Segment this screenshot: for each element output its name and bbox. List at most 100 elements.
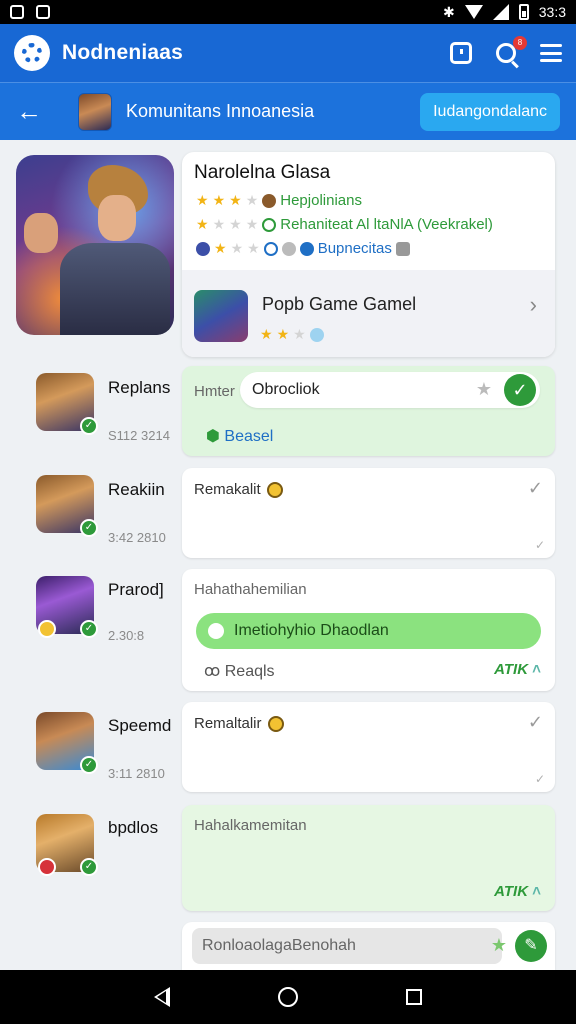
menu-icon[interactable] bbox=[540, 44, 562, 62]
user-avatar[interactable]: ✓ bbox=[36, 373, 98, 435]
game-info-card: Narolelna Glasa ★ ★ ★ ★ Hepjolinians ★ ★… bbox=[182, 152, 555, 357]
compose-input[interactable]: RonloaolagaBenohah bbox=[192, 928, 502, 964]
nav-home-icon[interactable] bbox=[278, 987, 298, 1007]
check-icon: ✓ bbox=[527, 478, 543, 498]
post-bubble: Remakalit ✓ ✓ bbox=[182, 468, 555, 558]
battery-icon bbox=[518, 4, 529, 20]
genre-label: Hepjolinians bbox=[280, 192, 362, 209]
post-label-text: Remakalit bbox=[194, 481, 261, 498]
check-icon: ✓ bbox=[527, 712, 543, 732]
post-label: Hmter bbox=[194, 383, 235, 400]
user-avatar[interactable]: ✓ bbox=[36, 814, 98, 876]
post-bubble: Hahalkamemitan ATIK ˄ bbox=[182, 805, 555, 911]
release-label: Rehaniteat Al ltaNlA (Veekrakel) bbox=[280, 216, 493, 233]
reaction-count-label: ATIK bbox=[494, 661, 529, 678]
star-icon[interactable]: ★ bbox=[491, 935, 507, 956]
community-name: Komunitans Innoanesia bbox=[126, 101, 315, 121]
app-title: Nodneniaas bbox=[62, 41, 184, 64]
reaction-count: ATIK ˄ bbox=[494, 883, 541, 900]
star-icon: ★ bbox=[229, 216, 242, 232]
related-game-title: Popb Game Gamel bbox=[262, 294, 417, 314]
genre-icon bbox=[262, 193, 277, 208]
post-bubble: Hmter Obrocliok ★ ✓ ⬢ Beasel bbox=[182, 366, 555, 456]
chat-icon[interactable] bbox=[450, 42, 472, 64]
user-name[interactable]: Replans bbox=[108, 378, 170, 398]
user-name[interactable]: Speemd bbox=[108, 716, 171, 736]
chevron-up-icon[interactable]: ˄ bbox=[532, 883, 541, 900]
star-icon: ★ bbox=[196, 192, 209, 208]
star-icon: ★ bbox=[196, 216, 209, 232]
highlight-pill[interactable]: Imetiohyhio Dhaodlan bbox=[196, 613, 541, 649]
status-time: 33:3 bbox=[538, 4, 566, 20]
notification-badge: 8 bbox=[513, 36, 527, 50]
star-icon: ★ bbox=[212, 192, 226, 208]
link-icon bbox=[263, 241, 278, 256]
star-outline-icon[interactable]: ★ bbox=[476, 379, 492, 400]
chevron-up-icon[interactable]: ˄ bbox=[532, 661, 541, 678]
gamepad-icon bbox=[281, 241, 296, 256]
post-time: S112 3214 bbox=[108, 428, 170, 443]
star-icon: ★ bbox=[230, 240, 244, 256]
platform-label: Bupnecitas bbox=[317, 240, 392, 257]
compose-bar: RonloaolagaBenohah ★ ✎ bbox=[182, 922, 555, 970]
search-icon[interactable]: 8 bbox=[496, 36, 527, 63]
globe-icon bbox=[299, 241, 314, 256]
post-time: 3:11 2810 bbox=[108, 766, 165, 781]
community-header: ← Komunitans Innoanesia Iudangondalanc bbox=[0, 82, 576, 140]
app-bar: Nodneniaas 8 bbox=[0, 24, 576, 82]
highlight-pill-label: Imetiohyhio Dhaodlan bbox=[234, 622, 389, 639]
android-icon bbox=[10, 5, 24, 19]
star-icon: ★ bbox=[229, 192, 242, 208]
signal-icon bbox=[492, 4, 509, 20]
system-nav-bar bbox=[0, 970, 576, 1024]
post-link[interactable]: ⬢ Beasel bbox=[206, 426, 273, 446]
post-label: Hahalkamemitan bbox=[194, 817, 307, 834]
reactions-icon: ꝏ bbox=[204, 663, 221, 680]
drop-icon bbox=[309, 327, 324, 342]
reaction-count-label: ATIK bbox=[494, 883, 529, 900]
user-avatar[interactable]: ✓ bbox=[36, 475, 98, 537]
compose-placeholder: RonloaolagaBenohah bbox=[202, 937, 356, 954]
user-name[interactable]: Prarod] bbox=[108, 580, 164, 600]
shield-icon bbox=[395, 241, 410, 256]
community-avatar[interactable] bbox=[78, 92, 112, 131]
post-bubble: Hahathahemilian Imetiohyhio Dhaodlan ꝏ R… bbox=[182, 569, 555, 691]
info-row-1: ★ ★ ★ ★ Hepjolinians bbox=[196, 192, 362, 209]
confirm-button[interactable]: ✓ bbox=[504, 374, 536, 406]
reply-input-text: Obrocliok bbox=[252, 381, 320, 398]
ring-icon bbox=[262, 217, 277, 232]
nav-recents-icon[interactable] bbox=[406, 989, 422, 1005]
reactions-label: Reaqls bbox=[224, 663, 275, 680]
back-arrow-icon[interactable]: ← bbox=[16, 96, 56, 127]
info-row-2: ★ ★ ★ ★ Rehaniteat Al ltaNlA (Veekrakel) bbox=[196, 216, 493, 233]
send-button[interactable]: ✎ bbox=[515, 930, 547, 962]
star-icon: ★ bbox=[247, 240, 260, 256]
image-icon bbox=[36, 5, 50, 19]
hero-character-image[interactable] bbox=[16, 155, 174, 335]
related-game-row[interactable]: Popb Game Gamel ★ ★ ★ › bbox=[182, 270, 555, 357]
app-logo-icon[interactable] bbox=[14, 35, 50, 71]
reactions-button[interactable]: ꝏ Reaqls bbox=[204, 661, 275, 681]
chevron-right-icon[interactable]: › bbox=[530, 292, 537, 318]
post-time: 2.30:8 bbox=[108, 628, 145, 643]
game-name: Narolelna Glasa bbox=[194, 162, 331, 183]
user-avatar[interactable]: ✓ bbox=[36, 712, 98, 774]
read-check-icon: ✓ bbox=[534, 772, 545, 786]
star-icon: ★ bbox=[293, 326, 306, 342]
star-icon: ★ bbox=[212, 216, 226, 232]
user-name[interactable]: bpdlos bbox=[108, 818, 158, 838]
user-name[interactable]: Reakiin bbox=[108, 480, 165, 500]
related-game-thumbnail bbox=[194, 290, 248, 342]
star-icon: ★ bbox=[245, 216, 259, 232]
star-icon: ★ bbox=[245, 192, 259, 208]
info-row-3: ★ ★ ★ Bupnecitas bbox=[196, 240, 410, 257]
post-link-label: Beasel bbox=[224, 428, 274, 445]
user-avatar[interactable]: ✓ bbox=[36, 576, 98, 638]
tag-icon: ⬢ bbox=[206, 428, 220, 445]
nav-back-icon[interactable] bbox=[154, 987, 170, 1007]
reaction-count: ATIK ˄ bbox=[494, 661, 541, 678]
reply-input[interactable]: Obrocliok ★ ✓ bbox=[240, 372, 540, 408]
post-label: Remaltalir bbox=[194, 715, 284, 733]
join-button[interactable]: Iudangondalanc bbox=[420, 92, 560, 131]
wifi-icon bbox=[464, 5, 483, 19]
